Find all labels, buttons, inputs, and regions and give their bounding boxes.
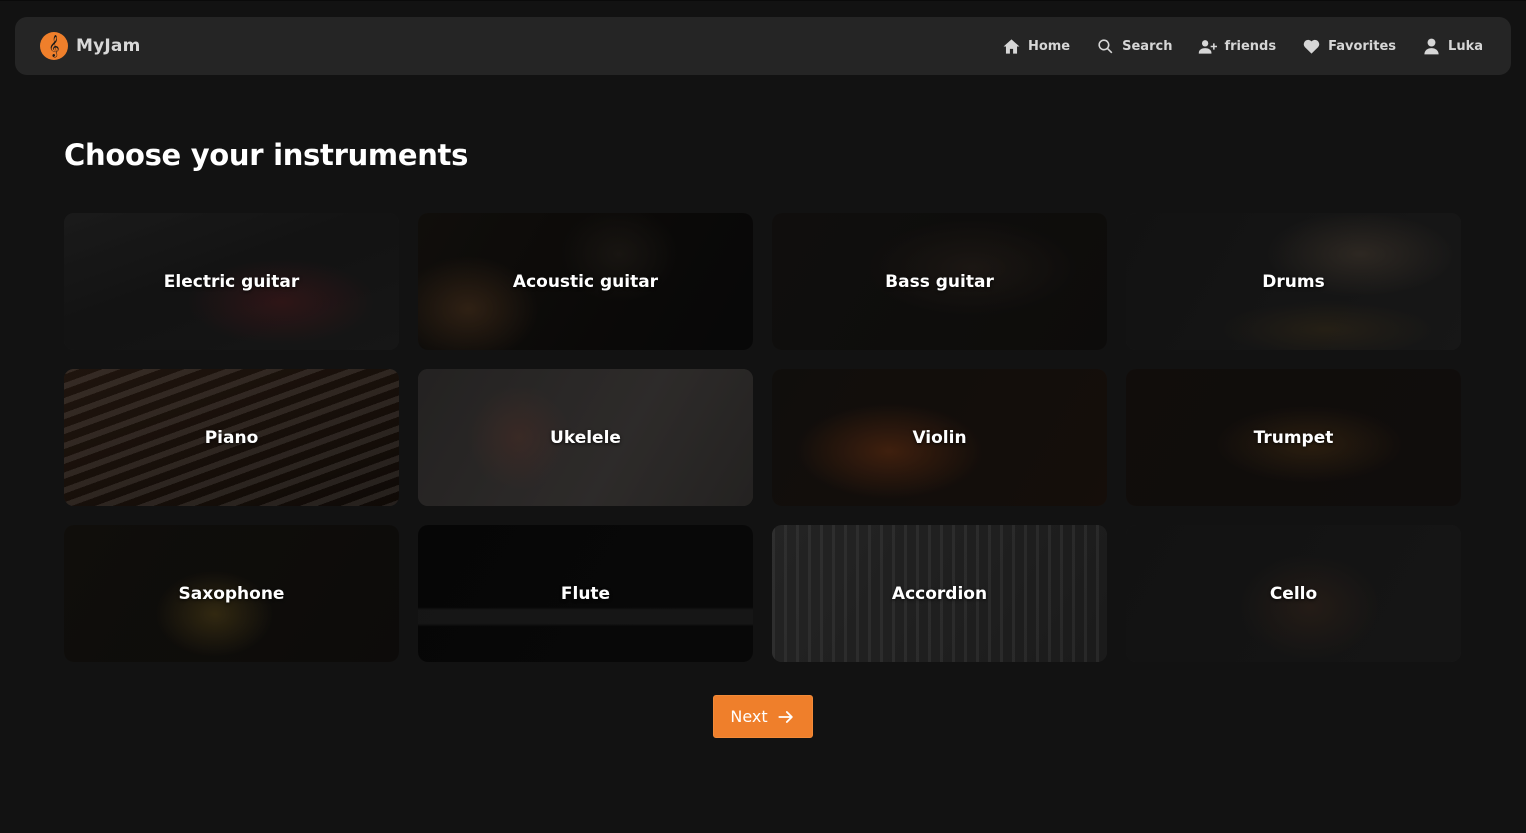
instrument-grid: Electric guitar Acoustic guitar Bass gui…	[64, 213, 1462, 662]
page-title: Choose your instruments	[64, 138, 469, 172]
top-navbar: 𝄞 MyJam Home Search friends Favorites Lu…	[15, 17, 1511, 75]
instrument-label: Trumpet	[1253, 427, 1334, 448]
instrument-label: Cello	[1269, 583, 1318, 604]
app-window: 𝄞 MyJam Home Search friends Favorites Lu…	[0, 0, 1526, 833]
nav-friends-label: friends	[1224, 38, 1277, 54]
arrow-right-icon	[778, 710, 793, 723]
user-icon	[1424, 38, 1439, 54]
nav-friends[interactable]: friends	[1198, 37, 1276, 56]
instrument-label: Accordion	[891, 583, 988, 604]
nav-favorites-label: Favorites	[1328, 38, 1397, 54]
instrument-card-cello[interactable]: Cello	[1126, 525, 1461, 662]
instrument-card-violin[interactable]: Violin	[772, 369, 1107, 506]
instrument-label: Piano	[204, 427, 259, 448]
instrument-card-flute[interactable]: Flute	[418, 525, 753, 662]
nav-favorites[interactable]: Favorites	[1302, 37, 1396, 56]
instrument-card-acoustic-guitar[interactable]: Acoustic guitar	[418, 213, 753, 350]
instrument-label: Flute	[560, 583, 611, 604]
next-button[interactable]: Next	[713, 695, 813, 738]
brand[interactable]: 𝄞 MyJam	[40, 32, 141, 60]
next-button-label: Next	[730, 707, 768, 726]
nav-profile-label: Luka	[1448, 38, 1483, 54]
instrument-card-piano[interactable]: Piano	[64, 369, 399, 506]
instrument-label: Drums	[1262, 271, 1325, 292]
instrument-label: Bass guitar	[885, 271, 994, 292]
nav-search-label: Search	[1122, 38, 1173, 54]
instrument-card-ukelele[interactable]: Ukelele	[418, 369, 753, 506]
instrument-label: Ukelele	[550, 427, 621, 448]
search-icon	[1098, 38, 1113, 53]
instrument-card-accordion[interactable]: Accordion	[772, 525, 1107, 662]
nav-home[interactable]: Home	[1002, 37, 1070, 56]
treble-clef-icon: 𝄞	[40, 32, 68, 60]
nav-home-label: Home	[1027, 38, 1071, 54]
instrument-card-electric-guitar[interactable]: Electric guitar	[64, 213, 399, 350]
instrument-card-trumpet[interactable]: Trumpet	[1126, 369, 1461, 506]
add-user-icon	[1199, 39, 1218, 54]
home-icon	[1003, 38, 1020, 54]
instrument-label: Acoustic guitar	[512, 271, 659, 292]
nav-links: Home Search friends Favorites Luka	[1002, 37, 1483, 56]
instrument-label: Electric guitar	[163, 271, 300, 292]
brand-name: MyJam	[76, 36, 141, 56]
instrument-card-drums[interactable]: Drums	[1126, 213, 1461, 350]
heart-icon	[1303, 39, 1320, 54]
instrument-label: Saxophone	[178, 583, 285, 604]
instrument-label: Violin	[912, 427, 967, 448]
instrument-card-bass-guitar[interactable]: Bass guitar	[772, 213, 1107, 350]
instrument-card-saxophone[interactable]: Saxophone	[64, 525, 399, 662]
nav-search[interactable]: Search	[1096, 37, 1172, 56]
nav-profile[interactable]: Luka	[1422, 37, 1483, 56]
